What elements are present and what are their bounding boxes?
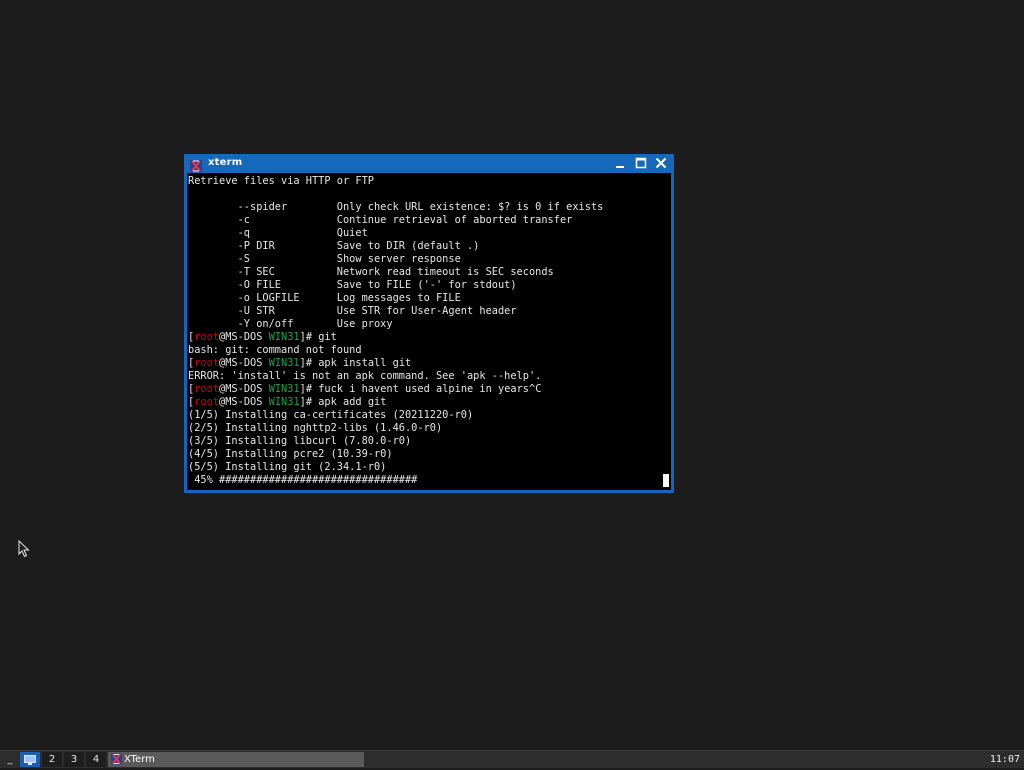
- prompt-host: @MS-DOS: [219, 396, 269, 408]
- xterm-logo-icon: [190, 157, 202, 172]
- prompt-dir: WIN31: [268, 383, 300, 395]
- mouse-pointer-icon: [18, 539, 30, 558]
- command-text: git: [318, 331, 337, 343]
- workspace-3-button[interactable]: 3: [64, 752, 84, 767]
- terminal-line: -P DIR Save to DIR (default .): [188, 240, 480, 252]
- command-text: fuck i havent used alpine in years^C: [318, 383, 542, 395]
- terminal-line: -q Quiet: [188, 227, 368, 239]
- terminal-prompt-line: [root@MS-DOS WIN31]# fuck i havent used …: [188, 383, 541, 396]
- terminal-line: -O FILE Save to FILE ('-' for stdout): [188, 279, 517, 291]
- terminal-line: Retrieve files via HTTP or FTP: [188, 175, 374, 187]
- minimize-button[interactable]: [612, 156, 628, 171]
- prompt-bracket-close: ]#: [299, 396, 319, 408]
- window-title: xterm: [208, 157, 243, 168]
- prompt-host: @MS-DOS: [219, 383, 269, 395]
- terminal-line: (5/5) Installing git (2.34.1-r0): [188, 461, 387, 473]
- prompt-user: root: [194, 396, 220, 408]
- terminal-line: (2/5) Installing nghttp2-libs (1.46.0-r0…: [188, 422, 443, 434]
- prompt-bracket-close: ]#: [299, 357, 319, 369]
- terminal-line: -o LOGFILE Log messages to FILE: [188, 292, 461, 304]
- minimize-icon: [616, 166, 624, 168]
- taskbar: _ 2 3 4 XTerm 11:07: [0, 750, 1024, 768]
- prompt-dir: WIN31: [268, 357, 300, 369]
- terminal-line: -Y on/off Use proxy: [188, 318, 393, 330]
- terminal-line: (4/5) Installing pcre2 (10.39-r0): [188, 448, 393, 460]
- terminal-line: -S Show server response: [188, 253, 461, 265]
- terminal-output[interactable]: Retrieve files via HTTP or FTP --spider …: [187, 173, 671, 490]
- prompt-user: root: [194, 357, 220, 369]
- terminal-line: --spider Only check URL existence: $? is…: [188, 201, 604, 213]
- window-titlebar[interactable]: xterm: [184, 154, 674, 173]
- workspace-1-button[interactable]: [20, 752, 40, 767]
- prompt-dir: WIN31: [268, 331, 300, 343]
- menu-button[interactable]: _: [3, 751, 17, 768]
- command-text: apk install git: [318, 357, 412, 369]
- prompt-host: @MS-DOS: [219, 331, 269, 343]
- prompt-bracket-close: ]#: [299, 331, 319, 343]
- terminal-line: (1/5) Installing ca-certificates (202112…: [188, 409, 474, 421]
- terminal-prompt-line: [root@MS-DOS WIN31]# git: [188, 331, 337, 344]
- terminal-line: ERROR: 'install' is not an apk command. …: [188, 370, 542, 382]
- progress-line: 45% ################################: [188, 474, 418, 486]
- terminal-prompt-line: [root@MS-DOS WIN31]# apk install git: [188, 357, 411, 370]
- close-icon: [655, 157, 667, 169]
- prompt-bracket-close: ]#: [299, 383, 319, 395]
- command-text: apk add git: [318, 396, 387, 408]
- clock[interactable]: 11:07: [990, 751, 1020, 768]
- xterm-logo-icon: [111, 753, 122, 765]
- workspace-4-button[interactable]: 4: [86, 752, 106, 767]
- prompt-host: @MS-DOS: [219, 357, 269, 369]
- terminal-line: -T SEC Network read timeout is SEC secon…: [188, 266, 554, 278]
- workspace-2-button[interactable]: 2: [42, 752, 62, 767]
- terminal-line: -U STR Use STR for User-Agent header: [188, 305, 517, 317]
- terminal-line: bash: git: command not found: [188, 344, 362, 356]
- taskbar-task-xterm[interactable]: XTerm: [108, 752, 364, 767]
- terminal-line: (3/5) Installing libcurl (7.80.0-r0): [188, 435, 412, 447]
- maximize-icon: [635, 157, 647, 169]
- desktop-icon: [24, 755, 36, 765]
- maximize-button[interactable]: [633, 156, 649, 171]
- xterm-window[interactable]: xterm Retrieve files via HTTP or FTP --s…: [184, 154, 674, 493]
- prompt-user: root: [194, 331, 220, 343]
- task-label: XTerm: [124, 754, 155, 765]
- prompt-dir: WIN31: [268, 396, 300, 408]
- text-cursor: [663, 474, 669, 487]
- terminal-line: -c Continue retrieval of aborted transfe…: [188, 214, 573, 226]
- prompt-user: root: [194, 383, 220, 395]
- terminal-prompt-line: [root@MS-DOS WIN31]# apk add git: [188, 396, 386, 409]
- close-button[interactable]: [653, 156, 669, 171]
